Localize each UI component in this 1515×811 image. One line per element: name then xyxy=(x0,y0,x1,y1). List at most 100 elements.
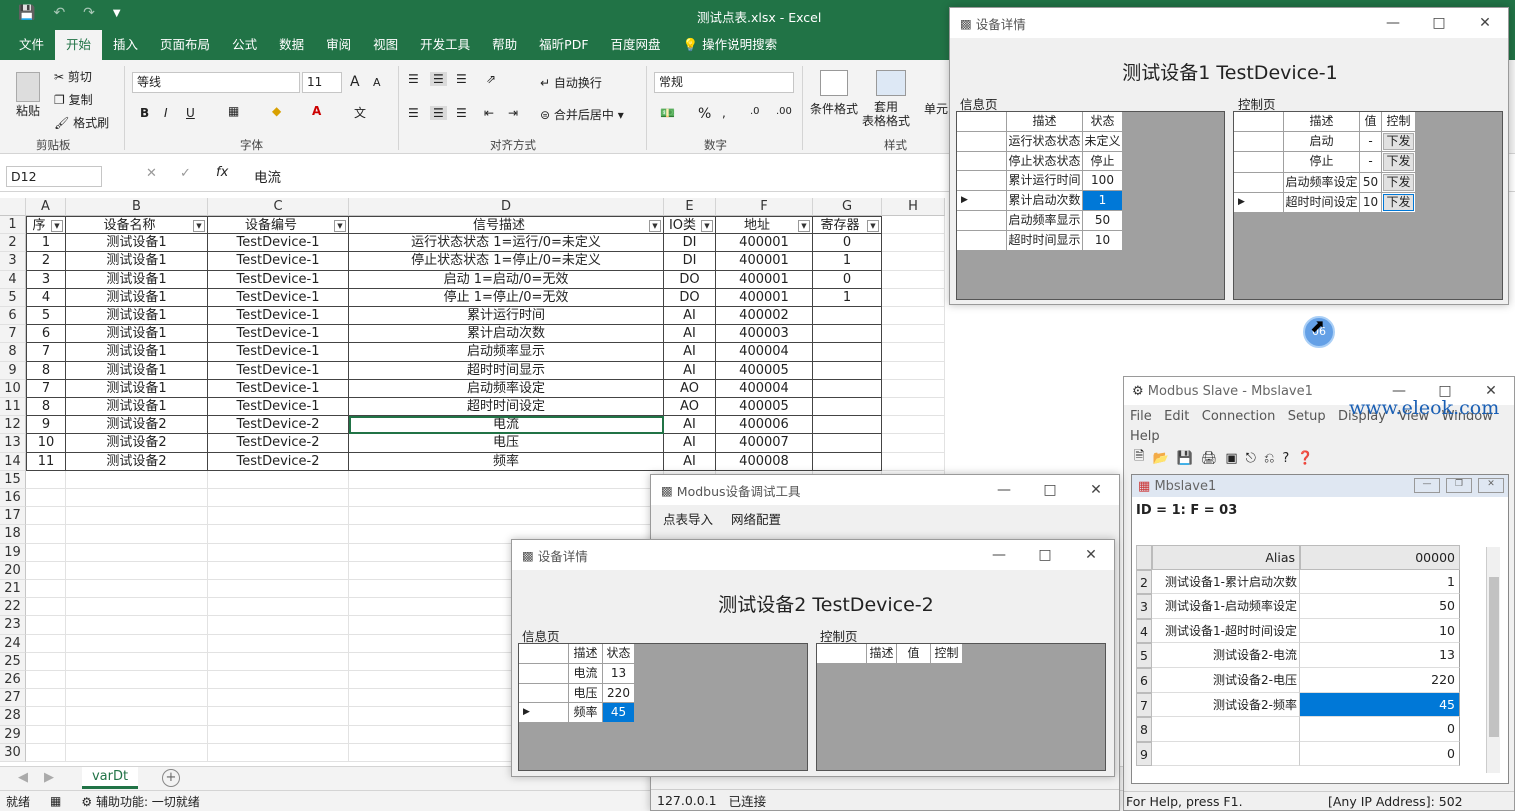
cell[interactable] xyxy=(882,361,945,380)
grid-row-header[interactable] xyxy=(1234,172,1284,193)
cell[interactable] xyxy=(208,616,349,635)
grid-cell[interactable]: 未定义 xyxy=(1083,131,1123,152)
menu-network-config[interactable]: 网络配置 xyxy=(731,509,781,528)
orientation-icon[interactable]: ⇗ xyxy=(486,72,496,86)
close-button[interactable]: ✕ xyxy=(1462,8,1508,38)
cell[interactable] xyxy=(66,652,208,671)
undo-icon[interactable]: ↶ xyxy=(53,5,65,21)
row-header[interactable]: 11 xyxy=(0,398,26,417)
cell[interactable] xyxy=(349,489,664,508)
table-cell[interactable]: 400001 xyxy=(716,234,813,253)
mb-value-cell[interactable]: 45 xyxy=(1300,692,1460,718)
grid-cell[interactable]: 启动频率设定 xyxy=(1284,172,1360,193)
cell[interactable] xyxy=(882,252,945,271)
copy-button[interactable]: ❐ 复制 xyxy=(54,91,93,108)
vertical-scrollbar[interactable] xyxy=(1486,547,1500,773)
cell[interactable] xyxy=(66,470,208,489)
menu-file[interactable]: File xyxy=(1130,409,1152,424)
cell[interactable] xyxy=(208,507,349,526)
cell[interactable] xyxy=(882,434,945,453)
table-cell[interactable]: 10 xyxy=(26,434,66,453)
filter-dropdown-icon[interactable]: ▼ xyxy=(334,220,346,232)
row-header[interactable]: 29 xyxy=(0,725,26,744)
table-cell[interactable]: 1 xyxy=(813,288,882,307)
grid-row-header[interactable] xyxy=(519,683,569,704)
column-header-c[interactable]: C xyxy=(208,198,349,216)
cell[interactable] xyxy=(66,743,208,762)
new-icon[interactable]: 🗎 xyxy=(1134,447,1144,469)
table-cell[interactable]: 6 xyxy=(26,325,66,344)
cell[interactable] xyxy=(26,470,66,489)
cell[interactable] xyxy=(208,561,349,580)
table-cell[interactable]: 400001 xyxy=(716,252,813,271)
row-header[interactable]: 16 xyxy=(0,489,26,508)
row-header[interactable]: 1 xyxy=(0,216,26,235)
cell[interactable] xyxy=(882,234,945,253)
table-cell[interactable]: TestDevice-2 xyxy=(208,416,349,435)
grid-column-header[interactable]: 描述 xyxy=(1284,112,1360,133)
grid-column-header[interactable]: 控制 xyxy=(1382,112,1416,133)
cell[interactable] xyxy=(26,725,66,744)
row-header[interactable]: 10 xyxy=(0,379,26,398)
send-button-cell[interactable]: 下发 xyxy=(1382,152,1416,173)
tab-home[interactable]: 开始 xyxy=(55,30,103,60)
mb-alias-header[interactable]: Alias xyxy=(1152,545,1300,570)
align-left-icon[interactable]: ☰ xyxy=(408,106,419,120)
send-button-cell[interactable]: 下发 xyxy=(1382,172,1416,193)
table-cell[interactable] xyxy=(813,398,882,417)
grid-cell[interactable]: 运行状态状态 xyxy=(1007,131,1083,152)
cell[interactable] xyxy=(208,525,349,544)
row-header[interactable]: 26 xyxy=(0,671,26,690)
tab-data[interactable]: 数据 xyxy=(268,30,315,60)
table-cell[interactable]: 400001 xyxy=(716,288,813,307)
send-button-cell[interactable]: 下发 xyxy=(1382,132,1416,153)
shrink-font-button[interactable]: A xyxy=(373,76,381,89)
table-cell[interactable]: AI xyxy=(664,452,716,471)
table-cell[interactable]: 7 xyxy=(26,379,66,398)
table-cell[interactable]: AI xyxy=(664,416,716,435)
cell[interactable] xyxy=(882,398,945,417)
row-header[interactable]: 25 xyxy=(0,652,26,671)
grid-cell[interactable]: 停止 xyxy=(1284,152,1360,173)
table-cell[interactable]: 累计启动次数 xyxy=(349,325,664,344)
cell[interactable] xyxy=(26,743,66,762)
mb-alias-cell[interactable]: 测试设备1-启动频率设定 xyxy=(1152,594,1300,619)
tab-formulas[interactable]: 公式 xyxy=(221,30,268,60)
table-cell[interactable]: 400007 xyxy=(716,434,813,453)
grid-row-header[interactable] xyxy=(957,230,1007,251)
table-cell[interactable]: 4 xyxy=(26,288,66,307)
grid-cell[interactable]: 超时时间设定 xyxy=(1284,192,1360,213)
filter-dropdown-icon[interactable]: ▼ xyxy=(51,220,63,232)
table-header-cell[interactable]: 信号描述 ▼ xyxy=(349,216,664,235)
context-help-icon[interactable]: ❓ xyxy=(1297,451,1313,466)
row-header[interactable]: 7 xyxy=(0,325,26,344)
table-cell[interactable]: TestDevice-1 xyxy=(208,398,349,417)
menu-import-points[interactable]: 点表导入 xyxy=(663,509,713,528)
table-cell[interactable]: TestDevice-1 xyxy=(208,252,349,271)
grid-cell[interactable]: 累计启动次数 xyxy=(1007,191,1083,211)
table-cell[interactable] xyxy=(813,325,882,344)
grid-column-header[interactable]: 值 xyxy=(1360,112,1382,133)
table-cell[interactable]: 测试设备1 xyxy=(66,307,208,326)
menu-setup[interactable]: Setup xyxy=(1288,409,1326,424)
maximize-button[interactable]: □ xyxy=(1416,8,1462,38)
cell[interactable] xyxy=(208,652,349,671)
table-cell[interactable]: AI xyxy=(664,325,716,344)
bold-button[interactable]: B xyxy=(140,106,149,120)
row-header[interactable]: 13 xyxy=(0,434,26,453)
grid-row-header[interactable] xyxy=(957,131,1007,152)
table-cell[interactable]: 测试设备2 xyxy=(66,452,208,471)
grid-cell[interactable]: 停止 xyxy=(1083,151,1123,172)
cell[interactable] xyxy=(208,634,349,653)
table-cell[interactable]: 400001 xyxy=(716,270,813,289)
table-cell[interactable]: 1 xyxy=(813,252,882,271)
paste-button[interactable]: 粘贴 xyxy=(16,102,40,119)
table-cell[interactable]: 运行状态状态 1=运行/0=未定义 xyxy=(349,234,664,253)
tab-baidu-netdisk[interactable]: 百度网盘 xyxy=(600,30,672,60)
tab-review[interactable]: 审阅 xyxy=(315,30,362,60)
grid-cell[interactable]: 电流 xyxy=(569,663,603,684)
table-cell[interactable]: 测试设备1 xyxy=(66,398,208,417)
table-cell[interactable]: AO xyxy=(664,398,716,417)
mb-alias-cell[interactable] xyxy=(1152,741,1300,767)
cell[interactable] xyxy=(66,689,208,708)
